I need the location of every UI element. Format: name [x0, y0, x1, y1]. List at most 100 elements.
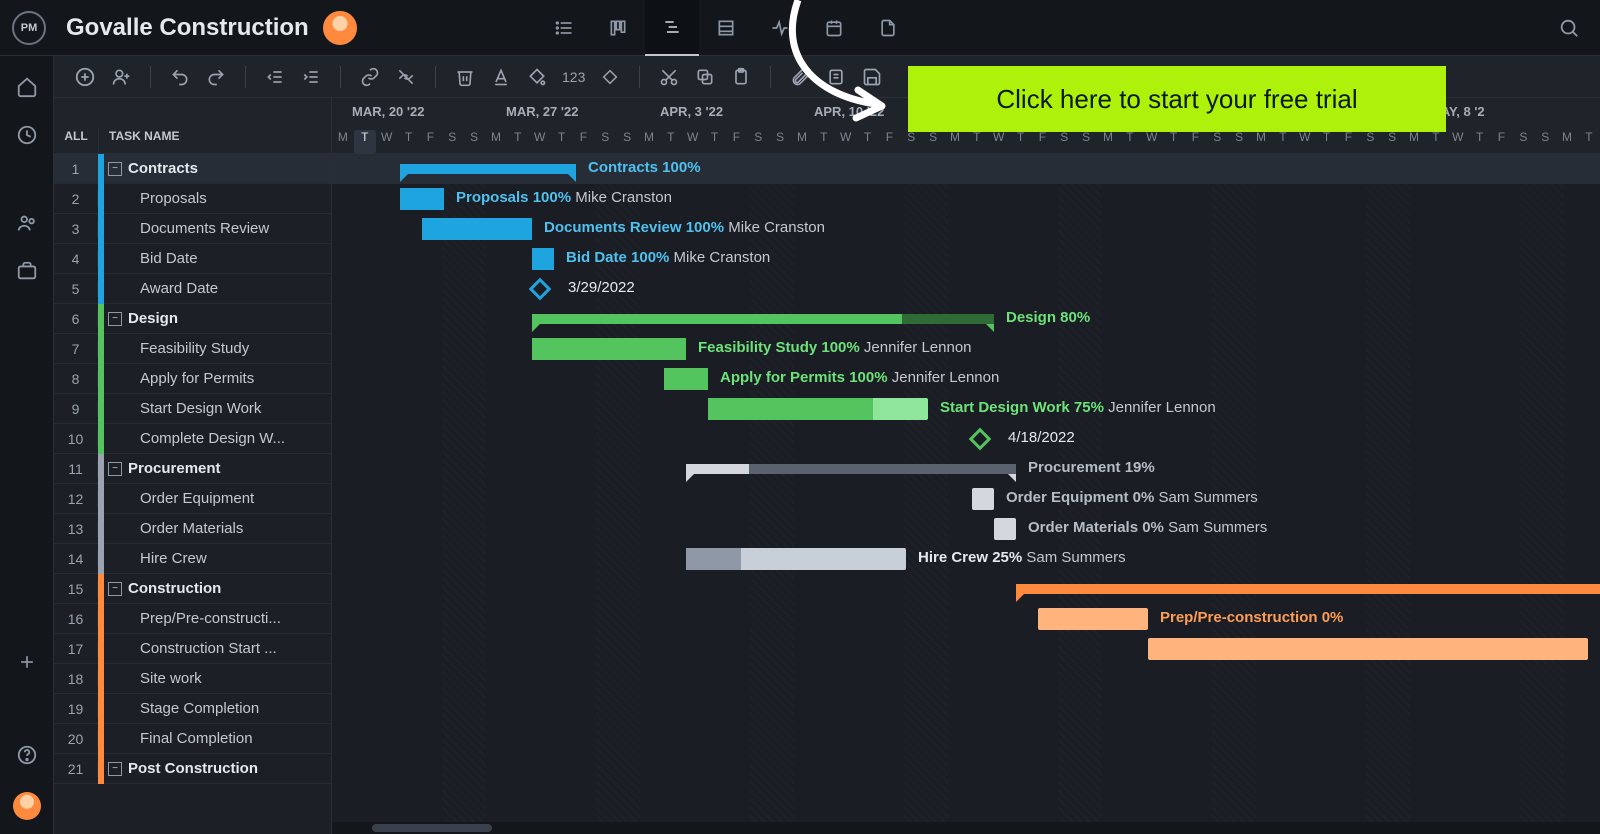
- save-icon[interactable]: [857, 62, 887, 92]
- gantt-task-bar[interactable]: [664, 368, 708, 390]
- help-icon[interactable]: [16, 744, 38, 766]
- day-cell: T: [1578, 130, 1600, 154]
- unlink-icon[interactable]: [391, 62, 421, 92]
- collapse-icon[interactable]: −: [108, 762, 122, 776]
- trash-icon[interactable]: [450, 62, 480, 92]
- gantt-task-bar[interactable]: [1148, 638, 1588, 660]
- task-row[interactable]: 7Feasibility Study: [54, 334, 331, 364]
- task-row[interactable]: 2Proposals: [54, 184, 331, 214]
- gantt-task-bar[interactable]: [532, 338, 686, 360]
- view-gantt-icon[interactable]: [645, 0, 699, 56]
- add-user-icon[interactable]: [106, 62, 136, 92]
- indent-icon[interactable]: [296, 62, 326, 92]
- gantt-summary-bar[interactable]: [1016, 584, 1600, 594]
- row-color-bar: [98, 754, 104, 784]
- day-cell: S: [922, 130, 944, 154]
- gantt-row: [332, 694, 1600, 724]
- task-row[interactable]: 17Construction Start ...: [54, 634, 331, 664]
- gantt-body[interactable]: Contracts 100%Proposals 100% Mike Cranst…: [332, 154, 1600, 826]
- task-row[interactable]: 21−Post Construction: [54, 754, 331, 784]
- gantt-task-bar[interactable]: [708, 398, 928, 420]
- milestone-date: 4/18/2022: [1008, 429, 1075, 446]
- gantt-chart[interactable]: MTWTFSSMTWTFSSMTWTFSSMTWTFSSMTWTFSSMTWTF…: [332, 98, 1600, 834]
- user-avatar[interactable]: [13, 792, 41, 820]
- day-cell: T: [704, 130, 726, 154]
- view-activity-icon[interactable]: [753, 0, 807, 56]
- collapse-icon[interactable]: −: [108, 582, 122, 596]
- add-icon[interactable]: [17, 652, 37, 672]
- link-icon[interactable]: [355, 62, 385, 92]
- gantt-summary-bar[interactable]: [686, 464, 1016, 474]
- view-sheet-icon[interactable]: [699, 0, 753, 56]
- collapse-icon[interactable]: −: [108, 312, 122, 326]
- task-row[interactable]: 15−Construction: [54, 574, 331, 604]
- cta-free-trial-button[interactable]: Click here to start your free trial: [908, 66, 1446, 132]
- task-row[interactable]: 12Order Equipment: [54, 484, 331, 514]
- gantt-task-bar[interactable]: [994, 518, 1016, 540]
- view-calendar-icon[interactable]: [807, 0, 861, 56]
- col-all-header[interactable]: ALL: [54, 129, 98, 153]
- view-files-icon[interactable]: [861, 0, 915, 56]
- view-list-icon[interactable]: [537, 0, 591, 56]
- percent-complete-icon[interactable]: 123: [558, 62, 589, 92]
- project-avatar[interactable]: [323, 11, 357, 45]
- project-title: Govalle Construction: [66, 14, 309, 42]
- task-row[interactable]: 3Documents Review: [54, 214, 331, 244]
- task-row[interactable]: 16Prep/Pre-constructi...: [54, 604, 331, 634]
- collapse-icon[interactable]: −: [108, 162, 122, 176]
- team-icon[interactable]: [16, 212, 38, 234]
- task-row[interactable]: 18Site work: [54, 664, 331, 694]
- bar-label: Design 80%: [1006, 309, 1090, 326]
- app-logo[interactable]: PM: [12, 11, 46, 45]
- recent-icon[interactable]: [16, 124, 38, 146]
- row-color-bar: [98, 154, 104, 184]
- collapse-icon[interactable]: −: [108, 462, 122, 476]
- week-label: APR, 10 '22: [814, 104, 884, 119]
- row-number: 7: [54, 341, 98, 357]
- task-row[interactable]: 13Order Materials: [54, 514, 331, 544]
- search-icon[interactable]: [1558, 17, 1580, 39]
- fill-icon[interactable]: [522, 62, 552, 92]
- text-style-icon[interactable]: [486, 62, 516, 92]
- task-row[interactable]: 11−Procurement: [54, 454, 331, 484]
- bar-percent: 0%: [1318, 609, 1344, 626]
- milestone-shape-icon[interactable]: [595, 62, 625, 92]
- outdent-icon[interactable]: [260, 62, 290, 92]
- task-row[interactable]: 6−Design: [54, 304, 331, 334]
- note-icon[interactable]: [821, 62, 851, 92]
- gantt-task-bar[interactable]: [422, 218, 532, 240]
- task-row[interactable]: 4Bid Date: [54, 244, 331, 274]
- home-icon[interactable]: [16, 76, 38, 98]
- gantt-task-bar[interactable]: [686, 548, 906, 570]
- task-row[interactable]: 1−Contracts: [54, 154, 331, 184]
- task-row[interactable]: 14Hire Crew: [54, 544, 331, 574]
- portfolio-icon[interactable]: [16, 260, 38, 282]
- task-row[interactable]: 9Start Design Work: [54, 394, 331, 424]
- gantt-horizontal-scrollbar[interactable]: [332, 822, 1600, 834]
- bar-title: Hire Crew: [918, 549, 988, 566]
- paste-icon[interactable]: [726, 62, 756, 92]
- task-row[interactable]: 5Award Date: [54, 274, 331, 304]
- gantt-summary-bar[interactable]: [400, 164, 576, 174]
- task-row[interactable]: 20Final Completion: [54, 724, 331, 754]
- col-taskname-header[interactable]: TASK NAME: [98, 129, 331, 153]
- view-board-icon[interactable]: [591, 0, 645, 56]
- copy-icon[interactable]: [690, 62, 720, 92]
- day-cell: S: [769, 130, 791, 154]
- task-name: Construction: [128, 580, 331, 597]
- gantt-task-bar[interactable]: [400, 188, 444, 210]
- task-row[interactable]: 19Stage Completion: [54, 694, 331, 724]
- scrollbar-thumb[interactable]: [372, 824, 492, 832]
- gantt-task-bar[interactable]: [1038, 608, 1148, 630]
- gantt-task-bar[interactable]: [972, 488, 994, 510]
- add-task-icon[interactable]: [70, 62, 100, 92]
- redo-icon[interactable]: [201, 62, 231, 92]
- task-row[interactable]: 8Apply for Permits: [54, 364, 331, 394]
- cut-icon[interactable]: [654, 62, 684, 92]
- undo-icon[interactable]: [165, 62, 195, 92]
- task-row[interactable]: 10Complete Design W...: [54, 424, 331, 454]
- gantt-summary-bar[interactable]: [532, 314, 994, 324]
- attach-icon[interactable]: [785, 62, 815, 92]
- gantt-task-bar[interactable]: [532, 248, 554, 270]
- day-cell: S: [616, 130, 638, 154]
